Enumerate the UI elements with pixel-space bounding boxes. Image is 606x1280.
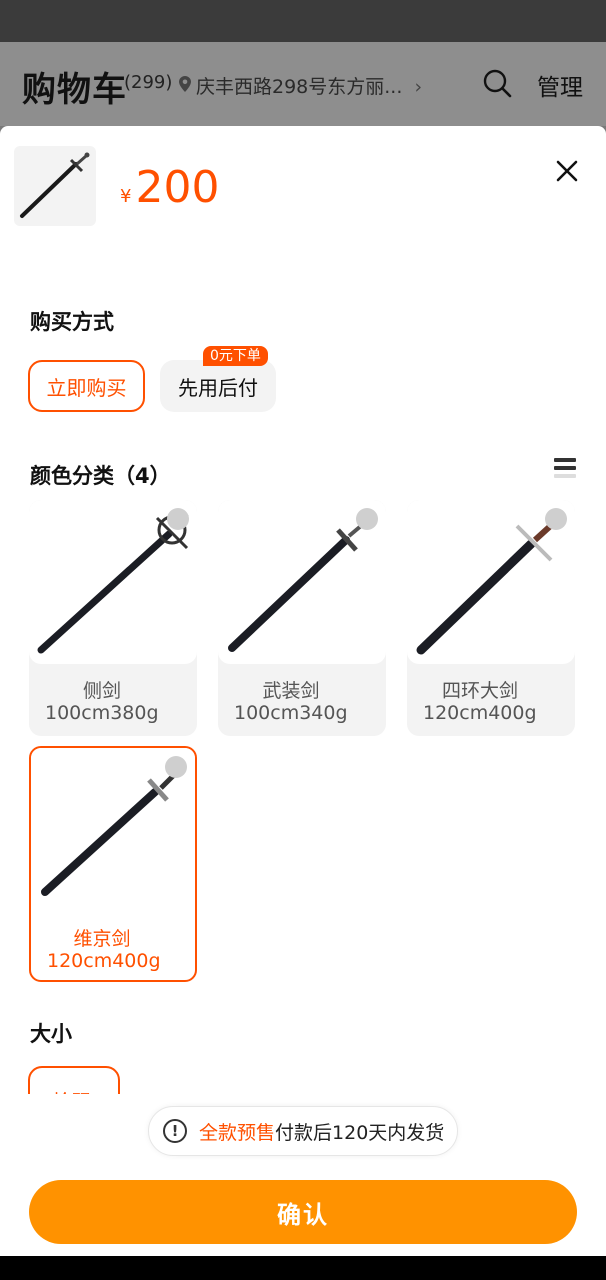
sku-selector-sheet: ¥ 200 购买方式 立即购买 先用后付 0元下单 颜色分类（4） 侧剑 100… (0, 126, 606, 1256)
color-option-name: 维京剑 (73, 928, 131, 950)
list-view-icon[interactable] (553, 456, 577, 480)
cart-count: (299) (124, 72, 173, 93)
buy-now-option[interactable]: 立即购买 (28, 360, 145, 412)
color-option-side-sword[interactable]: 侧剑 100cm380g (29, 500, 197, 736)
color-option-viking-sword[interactable]: 维京剑 120cm400g (29, 746, 197, 982)
zoom-icon[interactable] (165, 756, 187, 778)
presale-text: 付款后120天内发货 (275, 1121, 445, 1144)
color-option-spec: 120cm400g (423, 702, 537, 724)
currency-symbol: ¥ (120, 186, 132, 207)
search-icon[interactable] (482, 68, 512, 98)
location-text: 庆丰西路298号东方丽... (196, 76, 403, 98)
chevron-right-icon: › (414, 76, 423, 98)
color-option-name: 四环大剑 (441, 680, 518, 702)
color-option-spec: 120cm400g (47, 950, 161, 972)
color-option-name: 侧剑 (82, 680, 121, 702)
size-title: 大小 (30, 1022, 72, 1046)
zoom-icon[interactable] (167, 508, 189, 530)
manage-button[interactable]: 管理 (537, 68, 583, 102)
zero-down-badge: 0元下单 (203, 346, 268, 366)
location-selector[interactable]: 庆丰西路298号东方丽... › (178, 72, 422, 99)
pay-later-option[interactable]: 先用后付 (160, 360, 276, 412)
color-option-arming-sword[interactable]: 武装剑 100cm340g (218, 500, 386, 736)
close-icon[interactable] (552, 156, 582, 186)
color-option-name: 武装剑 (262, 680, 320, 702)
price-amount: 200 (135, 162, 220, 213)
presale-highlight: 全款预售 (199, 1121, 276, 1144)
purchase-method-title: 购买方式 (30, 310, 114, 334)
product-thumbnail[interactable] (14, 146, 96, 226)
location-pin-icon (178, 75, 192, 98)
color-option-spec: 100cm380g (45, 702, 159, 724)
color-option-four-ring-sword[interactable]: 四环大剑 120cm400g (407, 500, 575, 736)
color-category-title: 颜色分类（4） (30, 464, 171, 488)
presale-notice: ! 全款预售 付款后120天内发货 (148, 1106, 458, 1156)
zoom-icon[interactable] (545, 508, 567, 530)
zoom-icon[interactable] (356, 508, 378, 530)
product-price: ¥ 200 (120, 162, 219, 213)
navigation-bar (0, 1256, 606, 1280)
cart-title: 购物车 (22, 70, 127, 110)
info-icon: ! (163, 1119, 187, 1143)
color-option-spec: 100cm340g (234, 702, 348, 724)
status-bar (0, 0, 606, 42)
confirm-button[interactable]: 确认 (29, 1180, 577, 1244)
